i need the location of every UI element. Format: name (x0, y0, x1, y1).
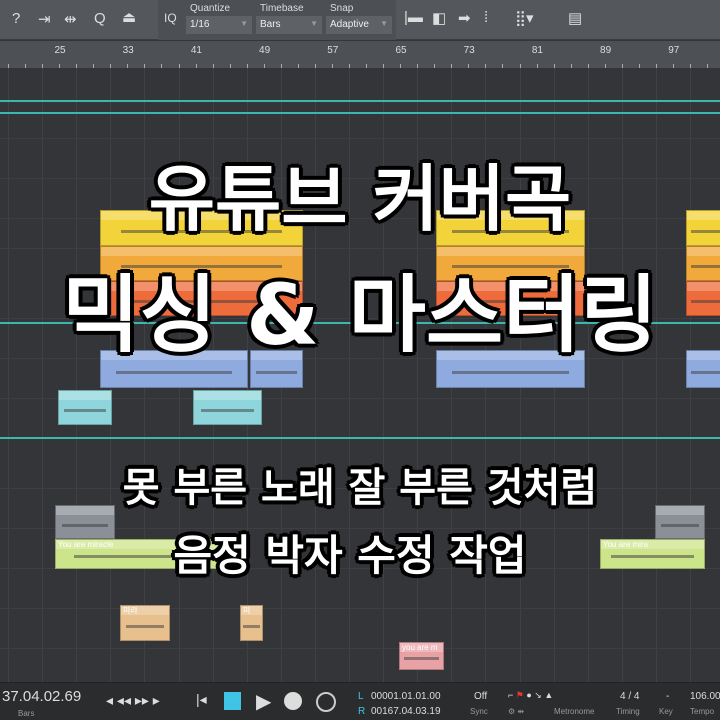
play-button[interactable]: ▶ (256, 689, 271, 714)
ruler-bar-label: 81 (531, 45, 543, 56)
waveform (64, 409, 106, 413)
video-icon[interactable]: ▤ (568, 9, 582, 27)
ruler-bar-label: 33 (122, 45, 134, 56)
waveform (125, 624, 165, 628)
position-unit: Bars (18, 709, 35, 718)
bounce-icon[interactable]: ⇹ (64, 10, 77, 28)
sync-label: Sync (470, 707, 488, 716)
clip-name (59, 391, 111, 400)
ruler-bar-label: 89 (600, 45, 612, 56)
toolbar: ? ⇥ ⇹ Q ⏏ IQ Quantize 1/16 ▼ Timebase Bar… (0, 0, 720, 40)
automation-line[interactable] (0, 112, 720, 114)
waveform (451, 370, 570, 374)
timing-label: Timing (616, 707, 640, 716)
record-button[interactable] (284, 692, 302, 710)
waveform (404, 657, 439, 661)
waveform (690, 370, 720, 374)
settings-icon[interactable]: ⚙ ⇹ (508, 707, 524, 716)
follow-icon[interactable]: ➡ (458, 9, 471, 27)
ruler-bar-label: 65 (395, 45, 407, 56)
timebase-label: Timebase (260, 3, 304, 14)
quantize-label: Quantize (190, 3, 231, 14)
metronome-label: Metronome (554, 707, 595, 716)
audio-clip[interactable] (58, 390, 112, 425)
iq-button[interactable]: IQ (164, 11, 177, 25)
loop-button[interactable] (316, 692, 336, 712)
chevron-down-icon: ▼ (310, 19, 318, 28)
key-label: Key (659, 707, 673, 716)
ruler-bar-label: 49 (259, 45, 271, 56)
waveform (115, 370, 233, 374)
rewind-icon[interactable]: ◂ ◂◂ ▸▸ ▸ (106, 692, 160, 709)
grid-settings-icon[interactable]: ⣿▾ (515, 9, 534, 27)
loop-right-label: R (358, 706, 366, 717)
clip-name (194, 391, 261, 400)
audio-clip[interactable]: 미 (240, 605, 263, 641)
clip-name: 미라 (121, 606, 169, 615)
timing-value[interactable]: 4 / 4 (620, 691, 639, 702)
clip-name: 미 (241, 606, 262, 615)
position-display[interactable]: 37.04.02.69 (2, 688, 81, 705)
precount-icon[interactable]: ⌐ ⚑ ● ↘ ▲ (508, 690, 553, 701)
ruler-bar-label: 41 (190, 45, 202, 56)
track-divider (0, 648, 720, 649)
chevron-down-icon: ▼ (380, 19, 388, 28)
cursor-icon[interactable]: ⁞ (484, 9, 488, 26)
tempo-label: Tempo (690, 707, 715, 716)
ruler-bar-label: 97 (668, 45, 680, 56)
quantize-section: IQ Quantize 1/16 ▼ Timebase Bars ▼ Snap Ad… (158, 0, 396, 40)
snap-select[interactable]: Adaptive ▼ (326, 16, 392, 34)
automation-line[interactable] (0, 100, 720, 102)
marker-icon: ⚑ (515, 690, 524, 700)
automation-line[interactable] (0, 437, 720, 439)
ruler-bar-label: 25 (54, 45, 66, 56)
snap-mode-icon[interactable]: ◧ (432, 9, 446, 27)
loop-left-value[interactable]: 00001.01.01.00 (371, 691, 441, 702)
loop-left-label: L (358, 691, 364, 702)
audio-clip[interactable]: 미라 (120, 605, 170, 641)
waveform (200, 409, 255, 413)
sync-value[interactable]: Off (474, 691, 487, 702)
ruler-bar-label: 57 (327, 45, 339, 56)
split-icon[interactable]: ⇥ (38, 10, 51, 28)
key-value[interactable]: - (666, 691, 669, 702)
title-line-2: 믹싱 & 마스터링 (62, 266, 658, 364)
waveform (256, 370, 297, 374)
timebase-select[interactable]: Bars ▼ (256, 16, 322, 34)
snap-label: Snap (330, 3, 354, 14)
subtitle-line-1: 못 부른 노래 잘 부른 것처럼 (122, 465, 598, 511)
track-divider (0, 608, 720, 609)
groove-icon[interactable]: ⏏ (122, 8, 136, 26)
stop-button[interactable] (224, 692, 241, 710)
quantize-select[interactable]: 1/16 ▼ (186, 16, 252, 34)
clip-name: you are m (400, 643, 443, 652)
audio-clip[interactable] (193, 390, 262, 425)
loop-right-value[interactable]: 00167.04.03.19 (371, 706, 441, 717)
return-to-zero-icon[interactable]: |◂ (196, 691, 207, 708)
track-divider (0, 138, 720, 139)
transport-bar: 37.04.02.69 Bars ◂ ◂◂ ▸▸ ▸ |◂ ▶ L 00001.… (0, 682, 720, 720)
zoom-fit-icon[interactable]: |▬ (404, 9, 423, 26)
title-line-1: 유튜브 커버곡 (148, 157, 572, 241)
help-icon[interactable]: ? (12, 10, 20, 27)
timeline-ruler[interactable]: 25 33 41 49 57 65 73 81 89 97 (0, 41, 720, 68)
tempo-value[interactable]: 106.00 (690, 691, 720, 702)
chevron-down-icon: ▼ (240, 19, 248, 28)
quantize-icon[interactable]: Q (94, 10, 106, 27)
ruler-bar-label: 73 (463, 45, 475, 56)
audio-clip[interactable]: you are m (399, 642, 444, 670)
waveform (243, 624, 260, 628)
subtitle-line-2: 음정 박자 수정 작업 (173, 531, 527, 580)
